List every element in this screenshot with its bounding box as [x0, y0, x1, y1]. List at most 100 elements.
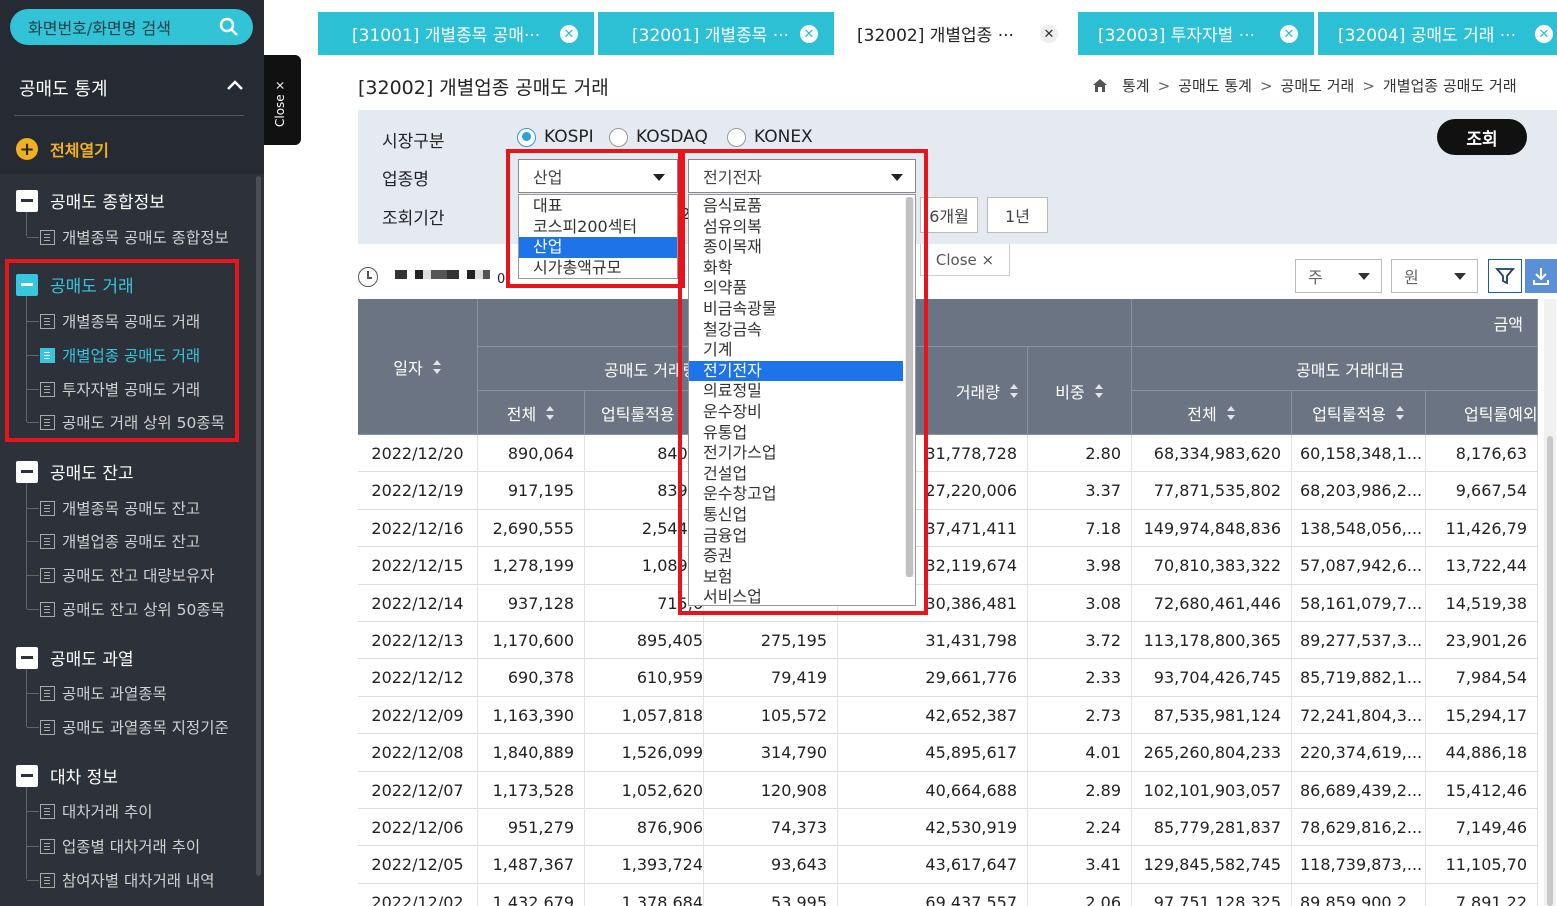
sidebar-item-lending-trend[interactable]: 대차거래 추이	[27, 800, 153, 822]
scroll-thumb[interactable]	[1547, 436, 1553, 906]
table-row[interactable]: 2022/12/16 2,690,555 2,544,3 37,471,411 7.18…	[358, 509, 1538, 548]
radio-kosdaq[interactable]: KOSDAQ	[609, 127, 708, 147]
screen-search-input[interactable]: 화면번호/화면명 검색	[10, 9, 253, 45]
close-icon[interactable]: ✕	[560, 25, 578, 43]
dropdown-option[interactable]: 전기가스업	[689, 443, 903, 464]
dropdown-option[interactable]: 음식료품	[689, 196, 903, 217]
sidebar-section-lending[interactable]: 대차 정보	[16, 763, 118, 788]
table-row[interactable]: 2022/12/19 917,195 839,8 27,220,006 3.37 77,8…	[358, 472, 1538, 510]
dropdown-option[interactable]: 철강금속	[689, 320, 903, 341]
radio-kospi[interactable]: KOSPI	[517, 127, 594, 147]
table-row[interactable]: 2022/12/09 1,163,390 1,057,818 105,572 42,65…	[358, 696, 1538, 735]
sidebar-section-short-selling-balance[interactable]: 공매도 잔고	[16, 459, 134, 484]
tab-32004[interactable]: [32004] 공매도 거래 ··· ✕	[1318, 12, 1557, 55]
sidebar-item-stock-balance[interactable]: 개별종목 공매도 잔고	[27, 497, 200, 519]
download-button[interactable]	[1525, 259, 1557, 293]
chevron-up-icon[interactable]	[226, 79, 244, 91]
dropdown-option[interactable]: 섬유의복	[689, 217, 903, 238]
period-1year-button[interactable]: 1년	[987, 197, 1048, 233]
table-row[interactable]: 2022/12/08 1,840,889 1,526,099 314,790 45,89…	[358, 734, 1538, 772]
sidebar-item-sector-trade[interactable]: 개별업종 공매도 거래	[27, 344, 200, 366]
dropdown-option[interactable]: 비금속광물	[689, 299, 903, 320]
currency-unit-select[interactable]: 원	[1391, 259, 1478, 293]
dropdown-option[interactable]: 유통업	[689, 423, 903, 444]
dropdown-option[interactable]: 전기전자	[689, 360, 903, 382]
sector-select[interactable]: 전기전자	[688, 159, 916, 193]
sidebar-item-investor-trade[interactable]: 투자자별 공매도 거래	[27, 378, 200, 400]
search-button[interactable]: 조회	[1437, 119, 1527, 155]
table-row[interactable]: 2022/12/12 690,378 610,959 79,419 29,661,776…	[358, 659, 1538, 697]
scroll-thumb[interactable]	[906, 197, 913, 577]
dropdown-option[interactable]: 증권	[689, 546, 903, 567]
tab-32003[interactable]: [32003] 투자자별 ··· ✕	[1078, 12, 1314, 55]
sidebar-section-overheat[interactable]: 공매도 과열	[16, 645, 134, 670]
filter-button[interactable]	[1488, 259, 1522, 293]
dropdown-option[interactable]: 화학	[689, 258, 903, 279]
sidebar-scrollbar[interactable]	[256, 176, 261, 876]
expand-all-button[interactable]: + 전체열기	[16, 137, 109, 161]
header-vol-uptick[interactable]: 업틱룰적용	[585, 391, 704, 435]
sidebar-item-overheat-stocks[interactable]: 공매도 과열종목	[27, 682, 167, 704]
sidebar-item-top50-balance[interactable]: 공매도 잔고 상위 50종목	[27, 598, 225, 620]
table-row[interactable]: 2022/12/15 1,278,199 1,089,0 32,119,674 3.98…	[358, 547, 1538, 585]
sidebar-item-participant-lending[interactable]: 참여자별 대차거래 내역	[27, 869, 214, 891]
tab-31001[interactable]: [31001] 개별종목 공매··· ✕	[318, 12, 594, 55]
close-icon[interactable]: ✕	[800, 25, 818, 43]
header-date[interactable]: 일자	[358, 299, 478, 435]
sidebar-item-stock-trade[interactable]: 개별종목 공매도 거래	[27, 310, 200, 332]
sidebar-item-overheat-criteria[interactable]: 공매도 과열종목 지정기준	[27, 716, 229, 738]
dropdown-option[interactable]: 서비스업	[689, 587, 903, 608]
dropdown-option[interactable]: 기계	[689, 340, 903, 361]
table-row[interactable]: 2022/12/13 1,170,600 895,405 275,195 31,431,…	[358, 622, 1538, 660]
dropdown-option[interactable]: 대표	[519, 196, 677, 217]
sidebar-item-sector-balance[interactable]: 개별업종 공매도 잔고	[27, 530, 200, 552]
dropdown-option[interactable]: 운수장비	[689, 402, 903, 423]
close-button[interactable]: Close ×	[920, 244, 1010, 276]
tab-32002[interactable]: [32002] 개별업종 ··· ✕	[838, 12, 1074, 55]
home-icon[interactable]	[1092, 78, 1108, 93]
close-icon[interactable]: ✕	[1040, 25, 1058, 43]
sidebar-section-short-selling-overview[interactable]: 공매도 종합정보	[16, 188, 165, 213]
dropdown-option[interactable]: 의료정밀	[689, 381, 903, 402]
dropdown-option[interactable]: 의약품	[689, 278, 903, 299]
sidebar-section-short-selling-trade[interactable]: 공매도 거래	[16, 272, 134, 297]
table-scrollbar[interactable]	[1544, 299, 1556, 906]
header-amt-exempt[interactable]: 업틱룰예외	[1426, 391, 1538, 435]
dropdown-option[interactable]: 통신업	[689, 505, 903, 526]
search-icon[interactable]	[219, 17, 239, 37]
sidebar-item-top50-trade[interactable]: 공매도 거래 상위 50종목	[27, 411, 225, 433]
sidebar-title[interactable]: 공매도 통계	[19, 75, 108, 101]
radio-konex[interactable]: KONEX	[727, 127, 813, 147]
breadcrumb-item[interactable]: 공매도 거래	[1281, 75, 1355, 96]
tab-32001[interactable]: [32001] 개별종목 ··· ✕	[598, 12, 834, 55]
sector-type-select[interactable]: 산업	[518, 159, 678, 193]
dropdown-option[interactable]: 보험	[689, 567, 903, 588]
dropdown-scrollbar[interactable]	[905, 197, 914, 577]
dropdown-option[interactable]: 종이목재	[689, 237, 903, 258]
breadcrumb-item[interactable]: 통계	[1122, 75, 1150, 96]
table-row[interactable]: 2022/12/07 1,173,528 1,052,620 120,908 40,66…	[358, 771, 1538, 809]
sidebar-item-sector-lending[interactable]: 업종별 대차거래 추이	[27, 835, 200, 857]
dropdown-option[interactable]: 산업	[519, 237, 677, 258]
table-row[interactable]: 2022/12/20 890,064 840,9 31,778,728 2.80 68,3…	[358, 435, 1538, 473]
dropdown-option[interactable]: 금융업	[689, 526, 903, 547]
table-row[interactable]: 2022/12/14 937,128 715,6 30,386,481 3.08 72,6…	[358, 584, 1538, 622]
dropdown-option[interactable]: 건설업	[689, 464, 903, 485]
dropdown-option[interactable]: 코스피200섹터	[519, 217, 677, 238]
breadcrumb-item[interactable]: 공매도 통계	[1178, 75, 1252, 96]
header-amt-total[interactable]: 전체	[1132, 391, 1292, 435]
dropdown-option[interactable]: 시가총액규모	[519, 258, 677, 279]
period-6month-button[interactable]: 6개월	[920, 197, 978, 233]
close-icon[interactable]: ✕	[1280, 25, 1298, 43]
close-icon[interactable]: ✕	[1535, 25, 1553, 43]
sidebar-item-large-holders[interactable]: 공매도 잔고 대량보유자	[27, 564, 214, 586]
dropdown-option[interactable]: 운수창고업	[689, 484, 903, 505]
header-vol-total[interactable]: 전체	[478, 391, 585, 435]
header-amt-uptick[interactable]: 업틱룰적용	[1292, 391, 1426, 435]
table-row[interactable]: 2022/12/02 1,432,679 1,378,684 53,995 69,437…	[358, 883, 1538, 906]
header-ratio[interactable]: 비중	[1028, 347, 1132, 435]
table-row[interactable]: 2022/12/06 951,279 876,906 74,373 42,530,919…	[358, 809, 1538, 847]
sidebar-item-stock-overview[interactable]: 개별종목 공매도 종합정보	[27, 226, 229, 248]
sidebar-close-button[interactable]: Close ×	[264, 55, 301, 145]
breadcrumb-item[interactable]: 개별업종 공매도 거래	[1383, 75, 1517, 96]
